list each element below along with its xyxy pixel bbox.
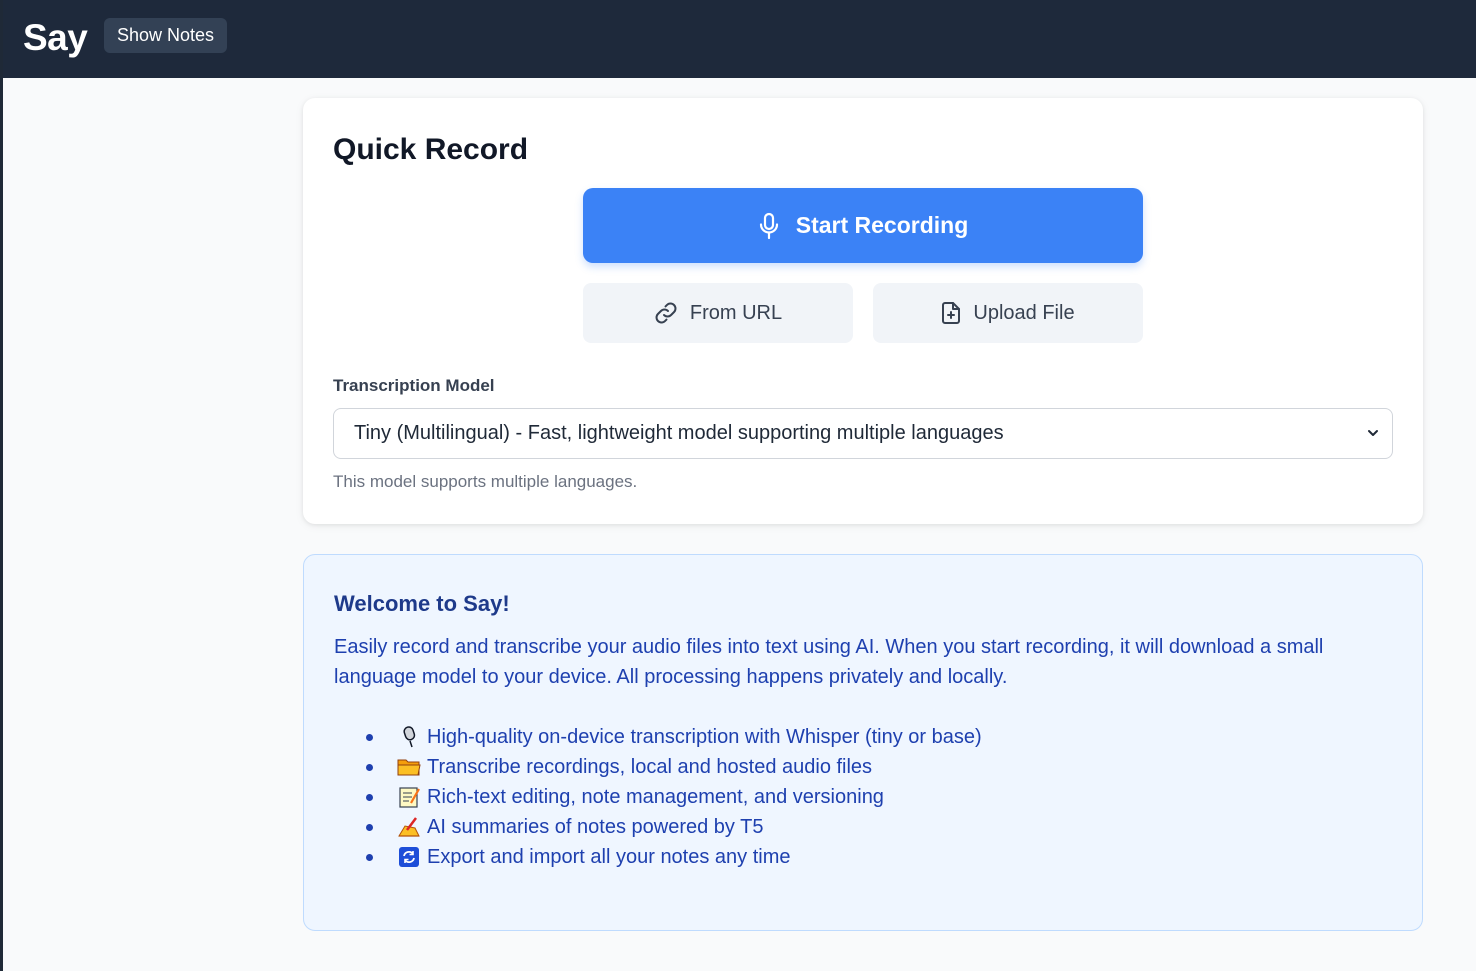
upload-file-button[interactable]: Upload File	[873, 283, 1143, 343]
feature-list: High-quality on-device transcription wit…	[364, 722, 982, 872]
chevron-down-icon	[1366, 426, 1380, 440]
welcome-panel: Welcome to Say! Easily record and transc…	[303, 554, 1423, 931]
show-notes-button[interactable]: Show Notes	[104, 18, 227, 53]
folder-emoji-icon	[397, 755, 421, 779]
bullet	[366, 793, 373, 801]
top-bar: Say Show Notes	[3, 0, 1476, 78]
transcription-model-label: Transcription Model	[333, 376, 495, 395]
feature-text: AI summaries of notes powered by T5	[427, 815, 764, 838]
microphone-icon	[758, 212, 780, 240]
list-item: Rich-text editing, note management, and …	[364, 782, 982, 812]
file-plus-icon	[941, 301, 961, 325]
quick-record-card: Quick Record Start Recording From URL Up…	[303, 98, 1423, 524]
model-help-text: This model supports multiple languages.	[333, 472, 638, 491]
welcome-title: Welcome to Say!	[334, 591, 510, 616]
model-select-value: Tiny (Multilingual) - Fast, lightweight …	[354, 422, 1004, 444]
feature-text: High-quality on-device transcription wit…	[427, 725, 982, 748]
feature-text: Rich-text editing, note management, and …	[427, 785, 884, 808]
list-item: AI summaries of notes powered by T5	[364, 812, 982, 842]
list-item: High-quality on-device transcription wit…	[364, 722, 982, 752]
from-url-label: From URL	[689, 301, 783, 324]
memo-emoji-icon	[397, 785, 421, 809]
quick-record-title: Quick Record	[333, 133, 529, 166]
feature-text: Export and import all your notes any tim…	[427, 845, 791, 868]
sync-emoji-icon	[397, 845, 421, 869]
microphone-emoji-icon	[397, 725, 421, 749]
feature-text: Transcribe recordings, local and hosted …	[427, 755, 873, 778]
from-url-button[interactable]: From URL	[583, 283, 853, 343]
bullet	[366, 733, 373, 741]
list-item: Transcribe recordings, local and hosted …	[364, 752, 982, 782]
start-recording-label: Start Recording	[795, 212, 969, 238]
bullet	[366, 763, 373, 771]
app-logo: Say	[23, 17, 88, 58]
link-icon	[654, 301, 678, 325]
writing-hand-emoji-icon	[397, 815, 421, 839]
bullet	[366, 853, 373, 861]
list-item: Export and import all your notes any tim…	[364, 842, 982, 872]
transcription-model-select[interactable]: Tiny (Multilingual) - Fast, lightweight …	[333, 408, 1393, 459]
upload-file-label: Upload File	[973, 301, 1075, 324]
welcome-description: Easily record and transcribe your audio …	[334, 636, 1324, 688]
window-edge	[0, 0, 3, 971]
start-recording-button[interactable]: Start Recording	[583, 188, 1143, 263]
bullet	[366, 823, 373, 831]
